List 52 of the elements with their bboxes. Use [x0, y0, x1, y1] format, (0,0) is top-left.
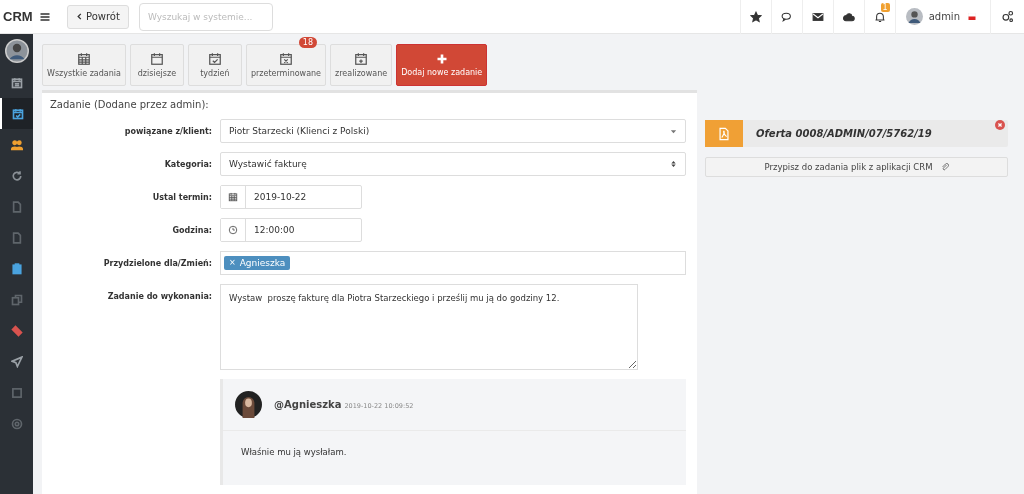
back-button[interactable]: Powrót [67, 4, 129, 29]
plus-icon [435, 53, 448, 65]
attachment-title: Oferta 0008/ADMIN/07/5762/19 [755, 127, 933, 141]
search-field[interactable]: Wyszukaj w systemie... [138, 2, 273, 31]
cloud-icon [842, 10, 855, 23]
field-label: Kategoria: [163, 159, 213, 169]
sort-icon [670, 159, 677, 169]
remove-icon [992, 120, 1008, 130]
sidebar-item[interactable] [0, 98, 33, 129]
settings-icon [1001, 10, 1014, 23]
select-field[interactable]: Piotr Starzecki (Klienci z Polski) [220, 119, 686, 143]
avatar-icon [235, 391, 262, 418]
logo: CRM [2, 9, 33, 24]
field-label: Przydzielone dla/Zmień: [102, 258, 213, 268]
panel-title: Zadanie (Dodane przez admin): [50, 99, 210, 110]
star-icon [749, 10, 762, 23]
menu-icon [39, 10, 51, 23]
tab-button[interactable]: zrealizowane [330, 44, 393, 86]
tab-button[interactable]: dzisiejsze [129, 44, 184, 86]
field-label: Zadanie do wykonania: [106, 291, 213, 301]
pdf-file-icon [717, 125, 731, 142]
comment-author: @Agnieszka [274, 399, 342, 410]
chat-icon [780, 10, 793, 23]
tab-button[interactable]: tydzień [187, 44, 242, 86]
tab-button[interactable]: Wszystkie zadania [42, 44, 126, 86]
tag-field[interactable]: × Agnieszka [220, 251, 686, 275]
tab-button[interactable]: przeterminowane [245, 44, 327, 86]
assign-file-button[interactable]: Przypisz do zadania plik z aplikacji CRM [705, 157, 1008, 177]
mail-icon [811, 10, 824, 23]
flag-icon [966, 13, 978, 20]
paperclip-icon [940, 163, 949, 171]
count-badge: 18 [298, 37, 318, 48]
tag[interactable]: × Agnieszka [224, 256, 291, 270]
user-name[interactable]: admin [928, 11, 960, 22]
field-label: Godzina: [171, 225, 213, 235]
calendar-x-icon [279, 52, 293, 66]
caret-down-icon [670, 127, 677, 135]
chevron-left-icon [76, 12, 83, 21]
field-label: powiązane z/klient: [123, 126, 213, 136]
calendar-check-icon [207, 52, 222, 66]
calendar-icon [76, 52, 91, 66]
field-label: Ustal termin: [151, 192, 213, 202]
calendar-plus-icon [354, 52, 369, 66]
bell-icon [873, 10, 886, 23]
avatar-icon [4, 39, 29, 63]
comment-text: Właśnie mu ją wysłałam. [240, 446, 348, 459]
avatar-icon [905, 8, 923, 25]
text-area[interactable]: Wystaw proszę fakturę dla Piotra Starzeckiego i prześlij mu ją do godziny 12. [220, 284, 638, 370]
calendar-icon [149, 52, 164, 66]
tab-button[interactable]: Dodaj nowe zadanie [396, 44, 488, 86]
select-field[interactable]: Wystawić fakturę [220, 152, 686, 176]
notification-badge: 1 [880, 2, 890, 12]
